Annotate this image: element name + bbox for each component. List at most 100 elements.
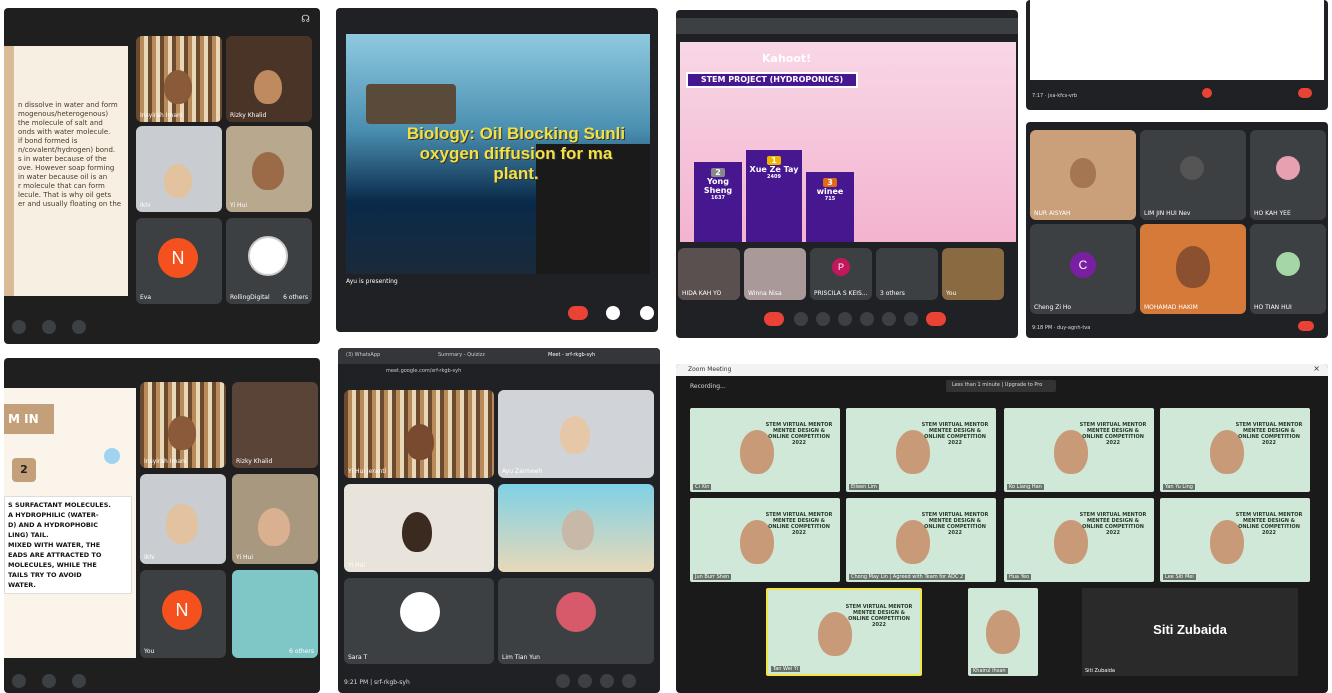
end-call-icon[interactable]: [926, 312, 946, 326]
avatar: N: [158, 238, 198, 278]
meet-document-panel: 7:17 · jxa-kfcs-vrb: [1026, 0, 1328, 110]
camera-icon[interactable]: [794, 312, 808, 326]
avatar: [556, 592, 596, 632]
raise-hand-icon[interactable]: [42, 320, 56, 334]
meet-slide-panel-1: ☊ n dissolve in water and form mogenous/h…: [4, 8, 320, 344]
upgrade-banner[interactable]: Less than 1 minute | Upgrade to Pro: [946, 380, 1056, 392]
slide-image-ship: [366, 84, 456, 124]
participant-tile[interactable]: Yi Hui: [226, 126, 312, 212]
participant-tile[interactable]: HO KAH YEE: [1250, 130, 1326, 220]
slide-text-line: LING) TAIL.: [8, 531, 49, 539]
present-icon[interactable]: [860, 312, 874, 326]
slide-text-line: in water because oil is an: [18, 173, 108, 181]
participant-tile[interactable]: Insyirah Imani: [136, 36, 222, 122]
camera-icon[interactable]: [578, 674, 592, 688]
participant-tile[interactable]: 6 others: [232, 570, 318, 658]
zoom-participant-tile[interactable]: STEM VIRTUAL MENTOR MENTEE DESIGN & ONLI…: [1004, 498, 1154, 582]
participant-tile[interactable]: Ayu Zarmeeh: [498, 390, 654, 478]
participant-tile[interactable]: Ikhi: [136, 126, 222, 212]
participant-name: Eva: [140, 294, 152, 301]
tab-meet[interactable]: Meet - srf-rkgb-syh: [548, 352, 595, 358]
mic-icon[interactable]: [556, 674, 570, 688]
end-call-icon[interactable]: [1298, 321, 1314, 331]
mic-icon[interactable]: [12, 320, 26, 334]
zoom-titlebar: Zoom Meeting ×: [676, 364, 1328, 376]
end-call-icon[interactable]: [568, 306, 588, 320]
more-options-icon[interactable]: [904, 312, 918, 326]
zoom-participant-tile[interactable]: STEM VIRTUAL MENTOR MENTEE DESIGN & ONLI…: [690, 498, 840, 582]
tab-quizizz[interactable]: Summary - Quizizz: [438, 352, 485, 358]
zoom-participant-tile[interactable]: STEM VIRTUAL MENTOR MENTEE DESIGN & ONLI…: [846, 498, 996, 582]
more-options-icon[interactable]: [72, 320, 86, 334]
headset-icon[interactable]: ☊: [301, 14, 310, 25]
podium-rank: 3: [823, 178, 837, 187]
participant-name: Jun Burr Shen: [693, 574, 732, 580]
slide-title-line: oxygen diffusion for ma: [419, 144, 613, 163]
competition-poster: STEM VIRTUAL MENTOR MENTEE DESIGN & ONLI…: [765, 512, 833, 536]
project-title: STEM PROJECT (HYDROPONICS): [700, 75, 844, 84]
participant-name: Insyirah Imani: [140, 112, 183, 119]
present-icon[interactable]: [622, 674, 636, 688]
zoom-participant-tile[interactable]: STEM VIRTUAL MENTOR MENTEE DESIGN & ONLI…: [1004, 408, 1154, 492]
participant-name: HO TIAN HUI: [1254, 304, 1292, 311]
zoom-participant-tile[interactable]: Khairul Ihsan: [968, 588, 1038, 676]
meeting-footer: 9:21 PM | srf-rkgb-syh: [344, 679, 410, 686]
participant-name: Tan Wei Yi: [771, 666, 801, 672]
mic-off-icon[interactable]: [764, 312, 784, 326]
participant-tile[interactable]: Winna Nisa: [744, 248, 806, 300]
participant-tile[interactable]: HIDA KAH YO: [678, 248, 740, 300]
participant-tile[interactable]: HO TIAN HUI: [1250, 224, 1326, 314]
participant-tile[interactable]: MOHAMAD HAKIM: [1140, 224, 1246, 314]
participant-tile[interactable]: 3 others: [876, 248, 938, 300]
zoom-participant-tile[interactable]: STEM VIRTUAL MENTOR MENTEE DESIGN & ONLI…: [766, 588, 922, 676]
captions-icon[interactable]: [600, 674, 614, 688]
participant-tile[interactable]: Ikhi: [140, 474, 226, 564]
name-only-tile[interactable]: Siti Zubaida Siti Zubaida: [1082, 588, 1298, 676]
podium-rank: 1: [767, 156, 781, 165]
participant-tile[interactable]: P PRISCILA S KEIS...: [810, 248, 872, 300]
participant-tile[interactable]: RollingDigital 6 others: [226, 218, 312, 304]
participant-name: RollingDigital: [230, 294, 270, 301]
participant-tile[interactable]: C Cheng Zi Ho: [1030, 224, 1136, 314]
participant-tile[interactable]: Insyirah Imani: [140, 382, 226, 468]
participant-tile[interactable]: Lim Tian Yun: [498, 578, 654, 664]
participant-tile[interactable]: Sara T: [344, 578, 494, 664]
mic-off-icon[interactable]: [1202, 88, 1212, 98]
participant-tile[interactable]: [498, 484, 654, 572]
mic-off-icon[interactable]: [640, 306, 654, 320]
url-bar[interactable]: meet.google.com/srf-rkgb-syh: [378, 366, 648, 378]
participant-tile[interactable]: Yi Hui: [344, 484, 494, 572]
end-call-icon[interactable]: [1298, 88, 1312, 98]
slide-text-line: if bond formed is: [18, 137, 78, 145]
participant-tile[interactable]: Yi Hui Jeranti: [344, 390, 494, 478]
participant-tile[interactable]: N You: [140, 570, 226, 658]
participant-tile[interactable]: LIM JIN HUI Nev: [1140, 130, 1246, 220]
more-options-icon[interactable]: [72, 674, 86, 688]
podium-score: 715: [824, 196, 836, 202]
participant-tile[interactable]: Yi Hui: [232, 474, 318, 564]
zoom-participant-tile[interactable]: STEM VIRTUAL MENTOR MENTEE DESIGN & ONLI…: [690, 408, 840, 492]
participant-name: Ikhi: [144, 554, 155, 561]
zoom-participant-tile[interactable]: STEM VIRTUAL MENTOR MENTEE DESIGN & ONLI…: [1160, 408, 1310, 492]
present-icon[interactable]: [606, 306, 620, 320]
captions-icon[interactable]: [816, 312, 830, 326]
tab-whatsapp[interactable]: (3) WhatsApp: [346, 352, 380, 358]
mic-icon[interactable]: [12, 674, 26, 688]
participant-large-name: Siti Zubaida: [1153, 622, 1227, 637]
slide-text-line: ove. However soap forming: [18, 164, 115, 172]
participant-tile[interactable]: Rizky Khalid: [226, 36, 312, 122]
raise-hand-icon[interactable]: [42, 674, 56, 688]
participant-tile[interactable]: N Eva: [136, 218, 222, 304]
participant-tile[interactable]: Rizky Khalid: [232, 382, 318, 468]
zoom-participant-tile[interactable]: STEM VIRTUAL MENTOR MENTEE DESIGN & ONLI…: [846, 408, 996, 492]
raise-hand-icon[interactable]: [882, 312, 896, 326]
slide-text-line: TAILS TRY TO AVOID: [8, 571, 82, 579]
close-icon[interactable]: ×: [1313, 364, 1320, 373]
zoom-participant-tile[interactable]: STEM VIRTUAL MENTOR MENTEE DESIGN & ONLI…: [1160, 498, 1310, 582]
participant-tile[interactable]: NUR AISYAH: [1030, 130, 1136, 220]
podium-name: Xue Ze Tay: [749, 165, 799, 174]
emoji-icon[interactable]: [838, 312, 852, 326]
avatar: N: [162, 590, 202, 630]
url-text: meet.google.com/srf-rkgb-syh: [386, 368, 462, 374]
participant-tile[interactable]: You: [942, 248, 1004, 300]
